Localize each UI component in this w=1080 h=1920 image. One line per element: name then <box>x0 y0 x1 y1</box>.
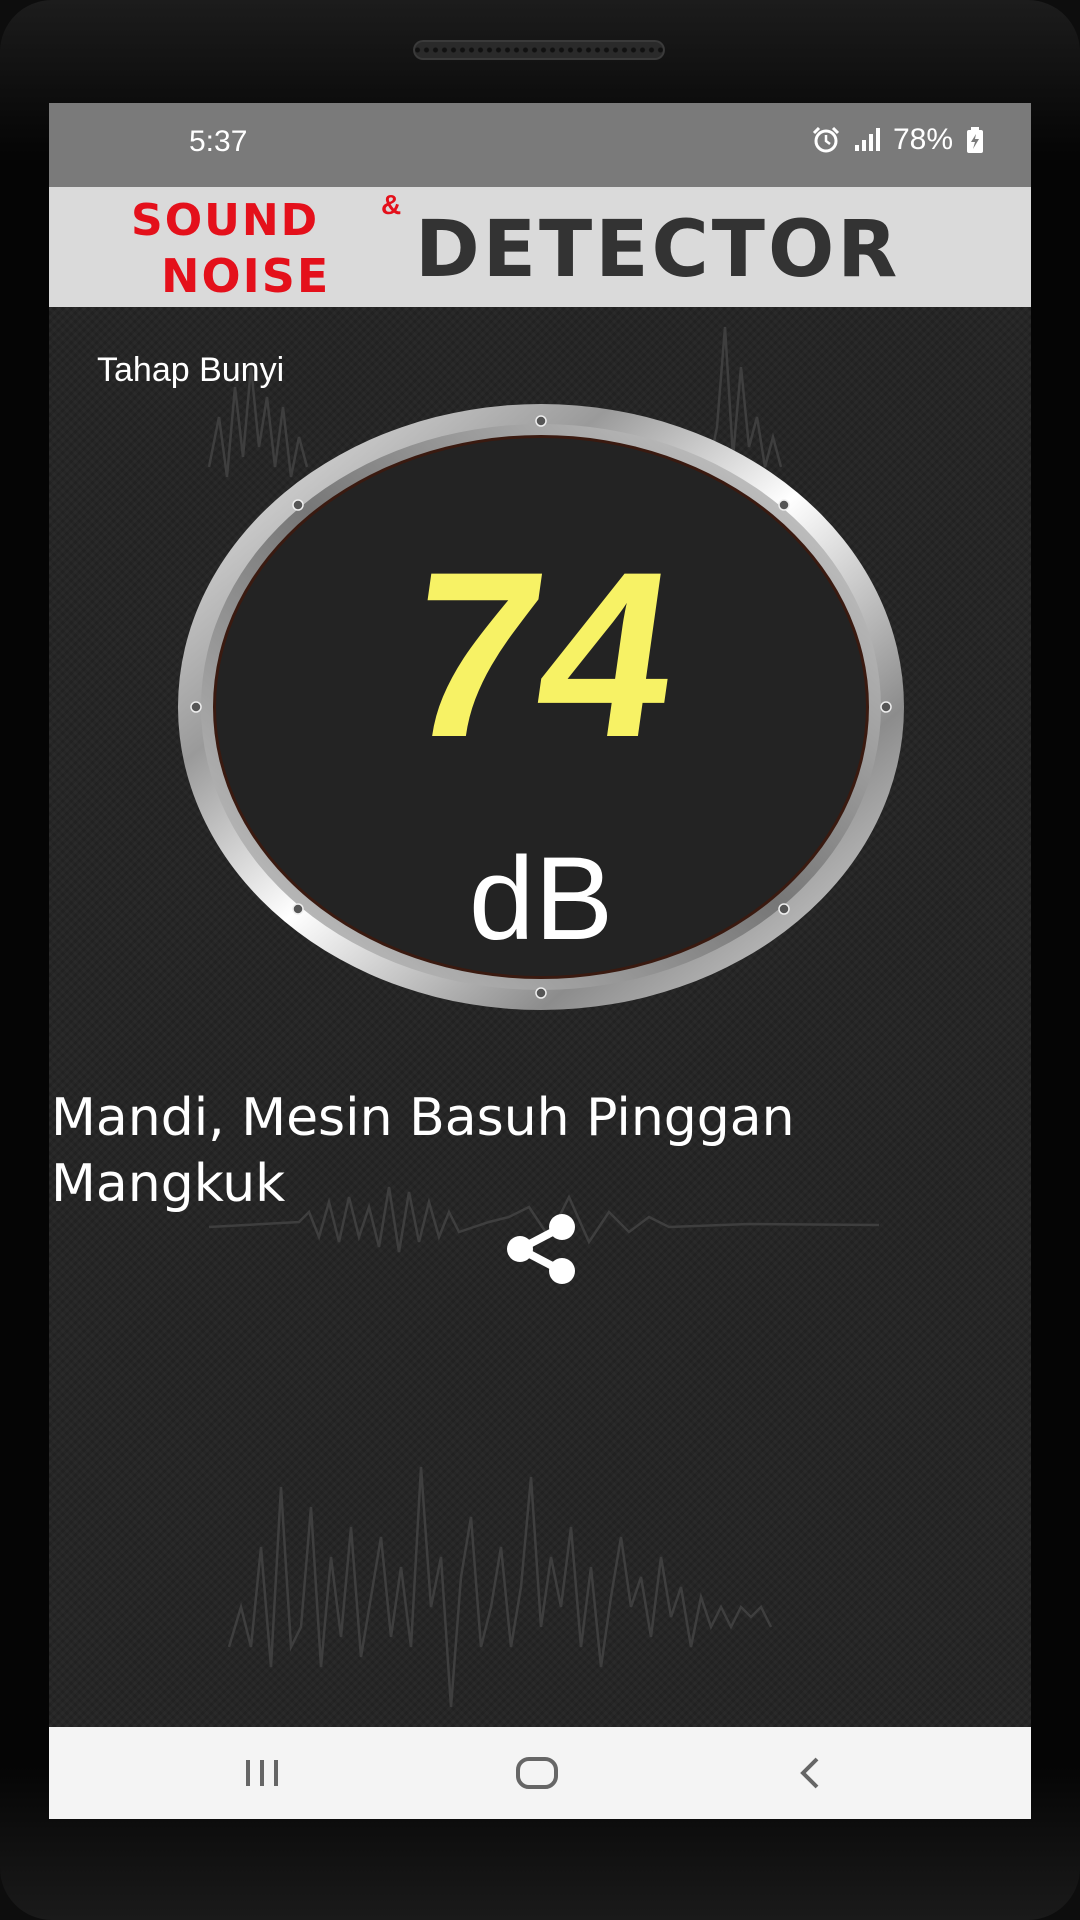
logo-detector-text: DETECTOR <box>415 205 901 295</box>
app-banner-logo: SOUND & NOISE DETECTOR <box>49 187 1031 307</box>
recent-apps-icon <box>246 1760 278 1786</box>
logo-sound-text: SOUND <box>131 195 320 246</box>
status-icons: 78% <box>811 123 985 157</box>
battery-percent: 78% <box>892 123 953 156</box>
share-button[interactable] <box>502 1213 582 1285</box>
back-button[interactable] <box>780 1747 840 1799</box>
share-icon <box>507 1214 575 1284</box>
meter-panel: Tahap Bunyi 74 dB Mandi, Mesin Basuh Pin… <box>49 307 1031 1727</box>
home-button[interactable] <box>507 1747 567 1799</box>
phone-frame: 5:37 78% SOUND & NOISE DETECTOR Tahap Bu… <box>0 0 1080 1920</box>
battery-charging-icon <box>965 126 985 154</box>
status-bar: 5:37 78% <box>49 103 1031 187</box>
recent-apps-button[interactable] <box>232 1747 292 1799</box>
noise-description: Mandi, Mesin Basuh Pinggan Mangkuk <box>51 1088 795 1214</box>
screen: 5:37 78% SOUND & NOISE DETECTOR Tahap Bu… <box>49 103 1031 1819</box>
decibel-gauge: 74 dB <box>176 402 906 1012</box>
home-icon <box>516 1757 558 1789</box>
back-icon <box>800 1757 819 1789</box>
alarm-icon <box>811 125 841 155</box>
system-navigation-bar <box>49 1727 1031 1819</box>
status-time: 5:37 <box>189 125 248 158</box>
logo-noise-text: NOISE <box>161 249 331 303</box>
signal-icon <box>853 127 881 153</box>
decibel-unit: dB <box>468 833 614 965</box>
speaker-grille <box>413 40 665 60</box>
decibel-value: 74 <box>391 523 691 787</box>
logo-amp-text: & <box>381 189 402 220</box>
sound-level-label: Tahap Bunyi <box>97 351 285 389</box>
